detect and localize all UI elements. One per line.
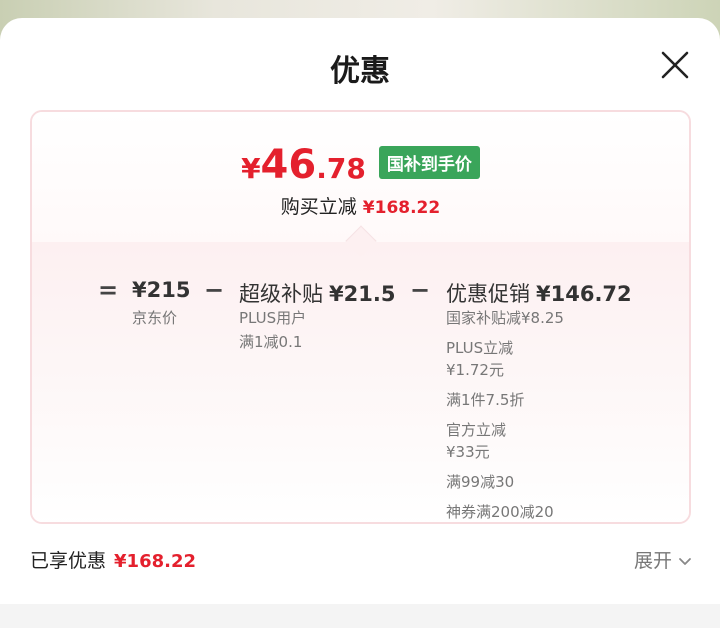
price-breakdown-card: ¥46.78 国补到手价 购买立减 ¥168.22 = − − ¥215 京东价 … — [30, 110, 691, 524]
super-subsidy-heading: 超级补贴 ¥21.5 — [239, 278, 395, 308]
super-subsidy-amount: ¥21.5 — [329, 282, 396, 306]
promotion-detail: 官方立减 — [446, 421, 507, 439]
total-savings: 已享优惠 ¥168.22 — [30, 546, 196, 573]
promotion-detail: 国家补贴减¥8.25 — [446, 309, 564, 327]
promotion-detail: 满99减30 — [446, 473, 515, 491]
price-currency: ¥ — [241, 152, 261, 185]
jd-price-amount: ¥215 — [132, 278, 191, 302]
total-savings-amount: ¥168.22 — [114, 551, 196, 572]
equals-sign: = — [98, 276, 119, 304]
minus-sign: − — [204, 276, 225, 304]
jd-price-label: 京东价 — [132, 309, 178, 327]
promotion-detail: PLUS立减 — [446, 339, 514, 357]
promotion-detail: ¥1.72元 — [446, 361, 504, 379]
jd-price-value: ¥215 — [132, 278, 190, 302]
price-integer: 46 — [260, 142, 317, 188]
instant-discount-amount: ¥168.22 — [362, 198, 441, 218]
close-button[interactable] — [660, 50, 690, 80]
total-savings-label: 已享优惠 — [30, 550, 107, 572]
promotion-detail: 神券满200减20 — [446, 503, 554, 521]
sheet-title: 优惠 — [330, 54, 390, 89]
promotion-detail: ¥33元 — [446, 443, 490, 461]
minus-sign: − — [410, 276, 431, 304]
expand-button[interactable]: 展开 — [634, 546, 692, 573]
chevron-down-icon — [679, 557, 691, 565]
subsidy-price-badge: 国补到手价 — [378, 146, 480, 179]
super-subsidy-detail: PLUS用户 — [239, 309, 307, 327]
price-decimal: .78 — [316, 152, 366, 185]
instant-discount-row: 购买立减 ¥168.22 — [32, 192, 689, 219]
discount-sheet: 优惠 ¥46.78 国补到手价 购买立减 ¥168.22 = − − ¥215 京… — [0, 18, 720, 628]
promotion-heading: 优惠促销 ¥146.72 — [446, 278, 632, 308]
super-subsidy-detail: 满1减0.1 — [239, 333, 303, 351]
promotion-detail: 满1件7.5折 — [446, 391, 525, 409]
close-icon — [661, 51, 689, 79]
bottom-divider-band — [0, 604, 720, 628]
super-subsidy-title: 超级补贴 — [239, 282, 323, 306]
promotion-amount: ¥146.72 — [536, 282, 632, 306]
final-price: ¥46.78 — [241, 142, 366, 188]
instant-discount-label: 购买立减 — [280, 196, 357, 218]
final-price-row: ¥46.78 国补到手价 — [32, 142, 689, 188]
expand-label: 展开 — [633, 550, 672, 572]
promotion-title: 优惠促销 — [446, 282, 530, 306]
